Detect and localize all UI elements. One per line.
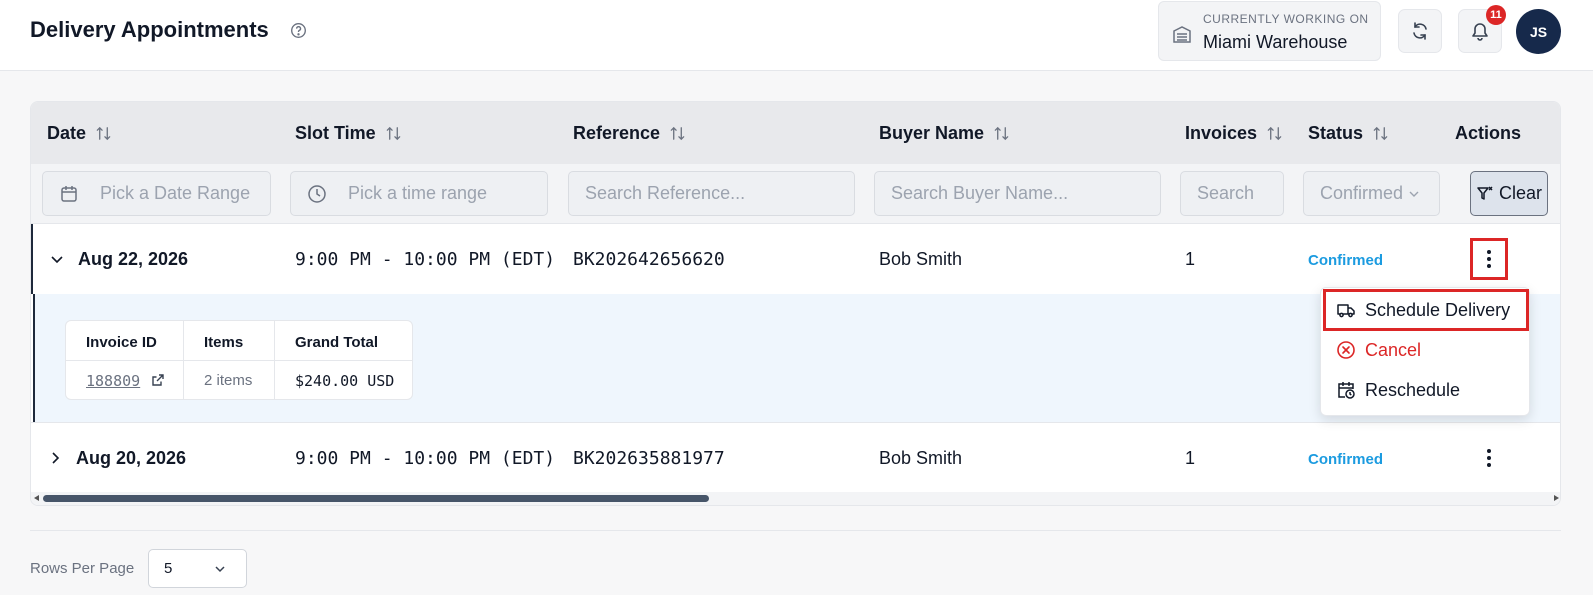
column-header-slot-time[interactable]: Slot Time <box>295 123 402 144</box>
scrollbar-thumb[interactable] <box>43 495 709 502</box>
row-date: Aug 20, 2026 <box>76 448 187 468</box>
warehouse-selector[interactable]: CURRENTLY WORKING ON Miami Warehouse <box>1158 1 1381 61</box>
avatar[interactable]: JS <box>1516 9 1561 54</box>
chevron-down-icon <box>215 566 225 573</box>
invoice-id-link[interactable]: 188809 <box>86 372 140 390</box>
row-invoices: 1 <box>1185 448 1196 468</box>
sort-icon <box>96 126 111 141</box>
row-actions-menu: Schedule Delivery Cancel Reschedule <box>1320 287 1530 416</box>
invoice-header-items: Items <box>204 334 244 351</box>
menu-item-reschedule[interactable]: Reschedule <box>1326 372 1526 408</box>
row-slot-time: 9:00 PM - 10:00 PM (EDT) <box>295 448 556 469</box>
notification-badge: 11 <box>1486 5 1506 25</box>
status-badge: Confirmed <box>1308 252 1383 269</box>
row-reference: BK202642656620 <box>573 249 725 270</box>
external-link-icon[interactable] <box>150 372 166 388</box>
date-range-filter[interactable]: Pick a Date Range <box>42 171 271 216</box>
row-buyer-name: Bob Smith <box>879 249 963 269</box>
rows-per-page-select[interactable]: 5 <box>148 549 247 588</box>
chevron-down-icon[interactable] <box>49 251 65 267</box>
status-badge: Confirmed <box>1308 451 1383 468</box>
row-date: Aug 22, 2026 <box>78 249 189 269</box>
sort-icon <box>670 126 685 141</box>
menu-item-cancel[interactable]: Cancel <box>1326 332 1526 368</box>
column-header-status[interactable]: Status <box>1308 123 1389 144</box>
refresh-icon <box>1413 22 1427 40</box>
row-actions-button[interactable] <box>1470 238 1508 280</box>
column-header-buyer-name[interactable]: Buyer Name <box>879 123 1010 144</box>
status-filter-select[interactable]: Confirmed <box>1303 171 1440 216</box>
invoice-header-total: Grand Total <box>295 334 379 351</box>
row-reference: BK202635881977 <box>573 448 725 469</box>
divider <box>30 530 1561 531</box>
reference-search-input[interactable]: Search Reference... <box>568 171 855 216</box>
truck-icon <box>1337 304 1355 318</box>
time-range-filter[interactable]: Pick a time range <box>290 171 548 216</box>
filter-clear-icon <box>1477 185 1493 200</box>
warehouse-name: Miami Warehouse <box>1203 32 1348 52</box>
invoice-table: Invoice ID Items Grand Total 188809 2 it… <box>65 320 413 400</box>
help-icon[interactable] <box>290 22 307 39</box>
row-slot-time: 9:00 PM - 10:00 PM (EDT) <box>295 249 556 270</box>
row-actions-button[interactable] <box>1473 440 1505 476</box>
invoices-search-input[interactable]: Search <box>1180 171 1284 216</box>
invoice-header-id: Invoice ID <box>86 334 157 351</box>
row-invoices: 1 <box>1185 249 1196 269</box>
top-bar: Delivery Appointments CURRENTLY WORKING … <box>0 0 1593 71</box>
bell-icon <box>1472 23 1488 41</box>
cancel-circle-icon <box>1337 341 1355 359</box>
sort-icon <box>1373 126 1388 141</box>
page-title: Delivery Appointments <box>30 17 269 42</box>
more-vertical-icon <box>1487 250 1491 268</box>
refresh-button[interactable] <box>1398 9 1442 53</box>
chevron-down-icon <box>1409 191 1419 197</box>
invoice-grand-total: $240.00 USD <box>295 372 395 390</box>
row-buyer-name: Bob Smith <box>879 448 963 468</box>
sort-icon <box>994 126 1009 141</box>
filter-row: Pick a Date Range Pick a time range Sear… <box>31 164 1560 224</box>
column-header-date[interactable]: Date <box>47 123 112 144</box>
column-header-reference[interactable]: Reference <box>573 123 686 144</box>
sort-icon <box>1267 126 1282 141</box>
column-header-actions: Actions <box>1455 123 1522 143</box>
rows-per-page-label: Rows Per Page <box>30 560 135 577</box>
warehouse-icon <box>1173 26 1191 43</box>
table-row[interactable]: Aug 22, 2026 9:00 PM - 10:00 PM (EDT) BK… <box>31 224 1560 294</box>
clock-icon <box>308 184 326 203</box>
buyer-name-search-input[interactable]: Search Buyer Name... <box>874 171 1161 216</box>
scroll-right-arrow[interactable] <box>1554 495 1559 501</box>
horizontal-scrollbar[interactable] <box>31 492 1560 505</box>
column-header-invoices[interactable]: Invoices <box>1185 123 1283 144</box>
calendar-clock-icon <box>1338 382 1355 399</box>
chevron-right-icon[interactable] <box>47 450 63 466</box>
rows-per-page-value: 5 <box>164 560 173 577</box>
more-vertical-icon <box>1487 449 1491 467</box>
clear-filters-button[interactable]: Clear <box>1470 171 1548 216</box>
invoice-items: 2 items <box>204 372 253 389</box>
table-row[interactable]: Aug 20, 2026 9:00 PM - 10:00 PM (EDT) BK… <box>31 422 1560 492</box>
warehouse-label: CURRENTLY WORKING ON <box>1203 12 1369 26</box>
scroll-left-arrow[interactable] <box>34 495 39 501</box>
calendar-icon <box>61 185 77 202</box>
menu-item-schedule-delivery[interactable]: Schedule Delivery <box>1323 289 1529 331</box>
table-header: Date Slot Time Reference Buyer Name Invo… <box>31 102 1560 164</box>
sort-icon <box>386 126 400 141</box>
